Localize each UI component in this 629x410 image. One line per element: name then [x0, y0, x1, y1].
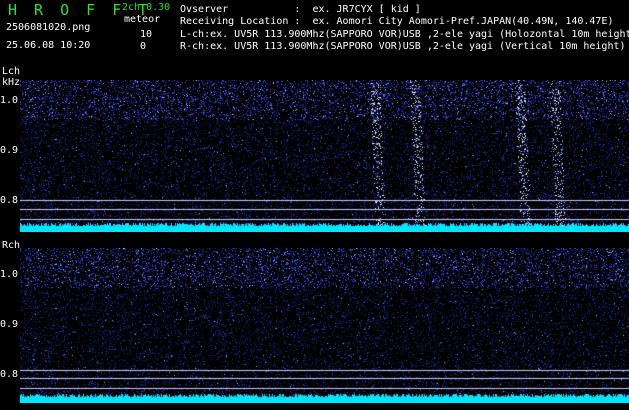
- freq-tick: 0.9: [0, 145, 19, 156]
- version-label: 2ch 0.30: [122, 2, 171, 13]
- freq-tick: 0.8: [0, 195, 19, 206]
- lch-meteor-count: 10: [140, 29, 153, 40]
- mode-label: meteor: [124, 14, 161, 25]
- freq-tick: 0.9: [0, 319, 19, 330]
- lch-info-line: L-ch:ex. UV5R 113.900Mhz(SAPPORO VOR)USB…: [180, 29, 629, 40]
- rch-label: Rch: [2, 240, 21, 251]
- khz-unit-label: kHz: [2, 77, 21, 88]
- location-line: Receiving Location : ex. Aomori City Aom…: [180, 16, 614, 27]
- lch-spectrogram: [20, 80, 629, 232]
- rch-spectrogram: [20, 248, 629, 403]
- lch-label: Lch: [2, 66, 21, 77]
- rch-meteor-count: 0: [140, 41, 147, 52]
- freq-tick: 1.0: [0, 95, 19, 106]
- observer-line: Ovserver : ex. JR7CYX [ kid ]: [180, 4, 421, 15]
- image-filename: 2506081020.png: [6, 22, 91, 33]
- freq-tick: 0.8: [0, 369, 19, 380]
- rch-info-line: R-ch:ex. UV5R 113.900Mhz(SAPPORO VOR)USB…: [180, 41, 626, 52]
- capture-datetime: 25.06.08 10:20: [6, 40, 91, 51]
- freq-tick: 1.0: [0, 269, 19, 280]
